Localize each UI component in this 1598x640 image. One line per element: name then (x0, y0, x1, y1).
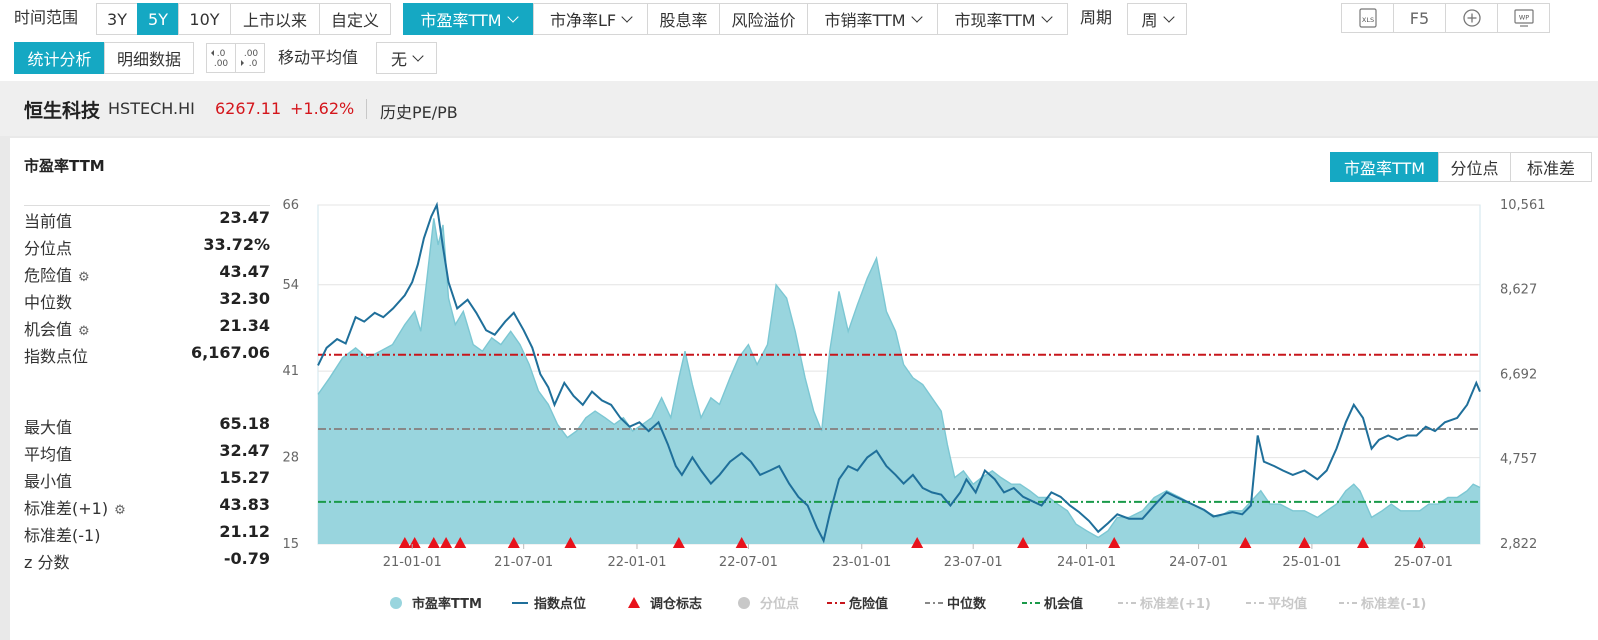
y-right-tick-label: 6,692 (1500, 367, 1537, 382)
pe-chart: 15 28 41 54 66 2,822 4,757 6,692 8,627 10,561 21-0… (282, 198, 1546, 612)
x-tick-label: 25-07-01 (1394, 555, 1453, 570)
legend-symbol (390, 597, 402, 609)
y-left-tick-label: 28 (282, 451, 299, 466)
legend-item-label: 标准差(+1) (1139, 596, 1211, 612)
legend-item-label: 平均值 (1268, 596, 1307, 612)
x-tick-label: 23-01-01 (832, 555, 891, 570)
y-right-tick-label: 4,757 (1500, 452, 1537, 467)
x-tick-label: 24-07-01 (1169, 555, 1228, 570)
legend-item-label: 分位点 (760, 596, 799, 612)
legend-item-label: 危险值 (849, 596, 888, 612)
y-right-tick-label: 2,822 (1500, 537, 1537, 552)
y-left-tick-label: 66 (282, 198, 299, 213)
chart-legend: 市盈率TTM 指数点位 调仓标志 分位点 危险值 中位数 机会值 标准差(+1) 平均值 标准差(… (390, 596, 1426, 612)
legend-item-label: 指数点位 (534, 596, 586, 612)
legend-item-label: 标准差(-1) (1360, 596, 1426, 612)
legend-item-label: 中位数 (947, 596, 987, 612)
legend-item-label: 市盈率TTM (412, 596, 482, 612)
legend-symbol (628, 597, 640, 608)
x-tick-label: 21-07-01 (494, 555, 553, 570)
legend-item-label: 调仓标志 (650, 596, 702, 612)
x-tick-label: 25-01-01 (1282, 555, 1341, 570)
legend-symbol (738, 597, 750, 609)
x-tick-label: 22-01-01 (607, 555, 666, 570)
x-tick-label: 21-01-01 (383, 555, 442, 570)
x-tick-label: 22-07-01 (719, 555, 778, 570)
y-right-tick-label: 10,561 (1500, 198, 1546, 213)
y-right-tick-label: 8,627 (1500, 283, 1537, 298)
y-left-tick-label: 41 (282, 364, 299, 379)
y-left-tick-label: 15 (282, 537, 299, 552)
legend-item-label: 机会值 (1044, 596, 1083, 612)
x-tick-label: 24-01-01 (1057, 555, 1116, 570)
x-tick-label: 23-07-01 (944, 555, 1003, 570)
y-left-tick-label: 54 (282, 278, 299, 293)
